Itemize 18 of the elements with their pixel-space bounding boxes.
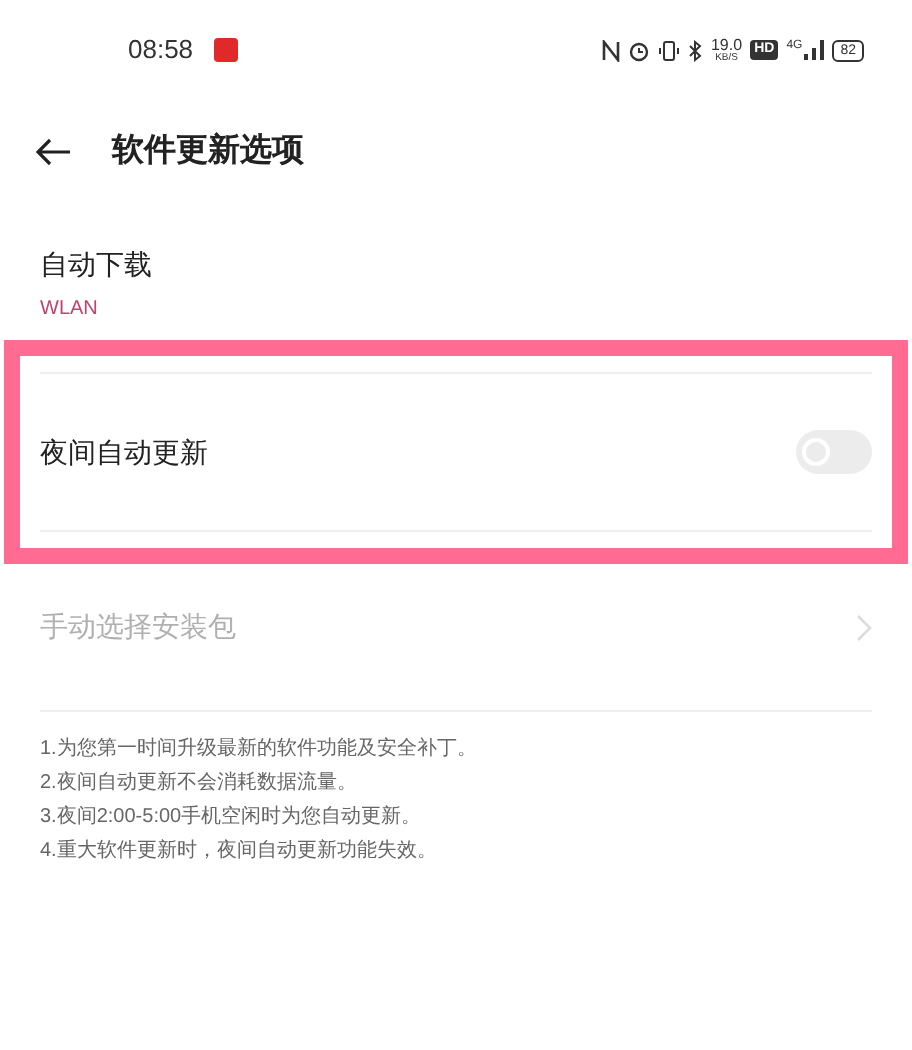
alarm-icon xyxy=(628,39,651,61)
clock: 08:58 xyxy=(128,32,194,69)
setting-label: 夜间自动更新 xyxy=(40,433,208,471)
note-line: 1.为您第一时间升级最新的软件功能及安全补丁。 xyxy=(40,736,479,764)
page-title: 软件更新选项 xyxy=(112,130,304,172)
setting-label: 自动下载 xyxy=(40,246,154,284)
nfc-icon xyxy=(602,39,621,61)
speed-value: 19.0 xyxy=(710,37,743,53)
back-icon[interactable] xyxy=(36,138,72,166)
signal-icon xyxy=(804,40,825,60)
chevron-icon xyxy=(856,613,872,641)
vibrate-icon xyxy=(658,39,681,61)
bluetooth-icon xyxy=(688,39,703,61)
setting-value: WLAN xyxy=(40,296,100,324)
note-line: 2.夜间自动更新不会消耗数据流量。 xyxy=(40,770,359,798)
notification-icon xyxy=(213,38,238,62)
note-line: 4.重大软件更新时，夜间自动更新功能失效。 xyxy=(40,838,439,866)
note-line: 3.夜间2:00-5:00手机空闲时为您自动更新。 xyxy=(40,804,424,832)
